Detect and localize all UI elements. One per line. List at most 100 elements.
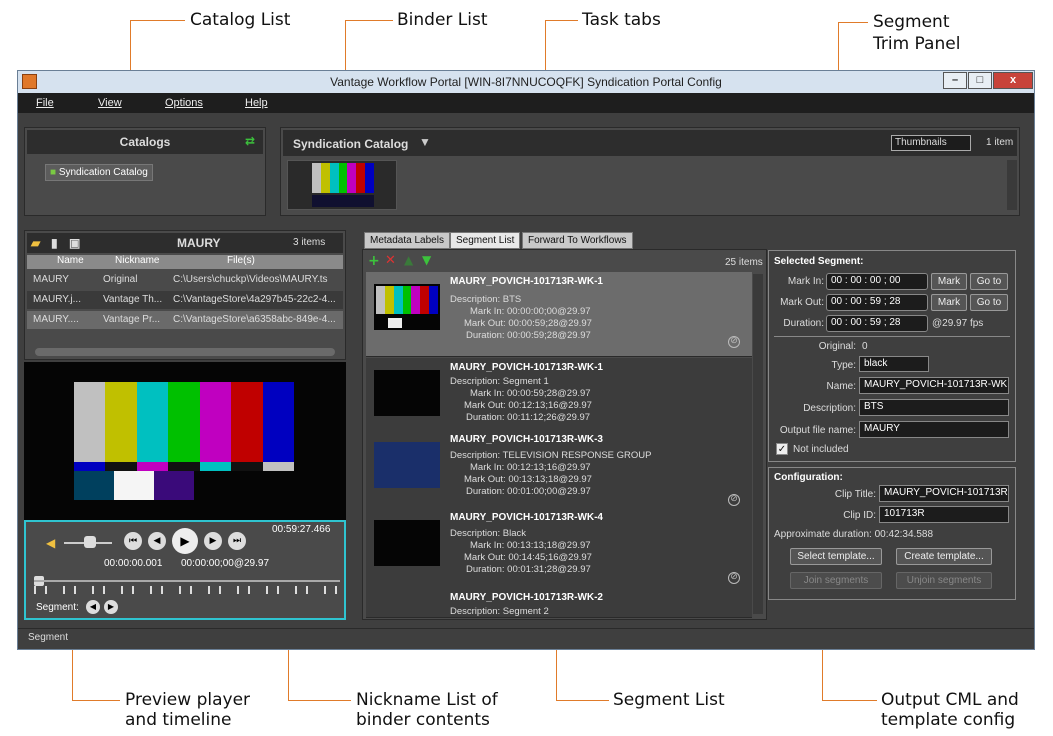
row-nickname: Original (103, 274, 138, 285)
list-item[interactable]: MAURY_POVICH-101713R-WK-3 Description: T… (366, 430, 752, 515)
next-segment-icon[interactable]: ▶ (104, 600, 118, 614)
properties-icon[interactable]: ▣ (69, 236, 80, 250)
step-forward-icon[interactable]: ▶ (204, 532, 222, 550)
segment-name: MAURY_POVICH-101713R-WK-1 (450, 276, 603, 287)
binder-scrollbar[interactable] (1007, 160, 1017, 210)
segment-markers (34, 586, 340, 594)
horizontal-scrollbar[interactable] (35, 348, 335, 356)
filter-icon[interactable]: ▼ (419, 135, 431, 149)
video-preview[interactable] (24, 362, 346, 520)
menu-help[interactable]: Help (245, 97, 268, 109)
view-mode-select[interactable]: Thumbnails (891, 135, 971, 151)
table-row[interactable]: MAURY.... Vantage Pr... C:\VantageStore\… (27, 311, 343, 329)
col-files[interactable]: File(s) (227, 255, 255, 266)
segment-mark-in: Mark In: 00:00:59;28@29.97 (470, 388, 591, 399)
description-field[interactable]: BTS (859, 399, 1009, 416)
not-included-icon: ⊘ (728, 494, 740, 506)
tab-metadata-labels[interactable]: Metadata Labels (364, 232, 450, 249)
output-file-label: Output file name: (779, 425, 856, 436)
menu-options[interactable]: Options (165, 97, 203, 109)
segment-name: MAURY_POVICH-101713R-WK-3 (450, 434, 603, 445)
mark-out-mark-button[interactable]: Mark (931, 294, 967, 311)
row-file: C:\VantageStore\4a297b45-22c2-4... (173, 294, 336, 305)
mark-in-field[interactable]: 00 : 00 : 00 ; 00 (826, 273, 928, 290)
nickname-columns: Name Nickname File(s) (27, 255, 343, 269)
segment-mark-in: Mark In: 00:12:13;16@29.97 (470, 462, 591, 473)
tab-forward-workflows[interactable]: Forward To Workflows (522, 232, 633, 249)
pluge-white (114, 471, 154, 500)
type-select[interactable]: black (859, 356, 929, 372)
binder-thumbnail[interactable] (287, 160, 397, 210)
duration-field[interactable]: 00 : 00 : 59 ; 28 (826, 315, 928, 332)
step-back-icon[interactable]: ◀ (148, 532, 166, 550)
volume-icon[interactable]: ◀ (46, 536, 55, 550)
create-template-button[interactable]: Create template... (896, 548, 992, 565)
segment-desc: Description: BTS (450, 294, 522, 305)
row-name: MAURY (33, 274, 69, 285)
table-row[interactable]: MAURY Original C:\Users\chuckp\Videos\MA… (27, 271, 343, 289)
callout-catalog-list: Catalog List (190, 10, 291, 30)
mark-out-label: Mark Out: (780, 297, 824, 308)
skip-start-icon[interactable]: ⏮ (124, 532, 142, 550)
row-name: MAURY.j... (33, 294, 81, 305)
type-label: Type: (831, 360, 856, 371)
skip-end-icon[interactable]: ⏭ (228, 532, 246, 550)
mark-in-goto-button[interactable]: Go to (970, 273, 1008, 290)
move-up-icon[interactable]: ▲ (404, 253, 413, 267)
add-segment-icon[interactable]: + (368, 253, 380, 269)
clip-id-field[interactable]: 101713R (879, 506, 1009, 523)
callout-line (556, 700, 609, 701)
mark-in-mark-button[interactable]: Mark (931, 273, 967, 290)
callout-output-2: template config (881, 710, 1016, 730)
list-item[interactable]: MAURY_POVICH-101713R-WK-4 Description: B… (366, 508, 752, 593)
file-icon[interactable]: ▮ (51, 236, 58, 250)
status-bar (18, 628, 1034, 648)
clip-title-field[interactable]: MAURY_POVICH-101713R (879, 485, 1009, 502)
menu-view[interactable]: View (98, 97, 122, 109)
select-template-button[interactable]: Select template... (790, 548, 882, 565)
segment-name: MAURY_POVICH-101713R-WK-4 (450, 512, 603, 523)
segment-list-scrollbar[interactable] (753, 274, 763, 614)
play-icon[interactable]: ▶ (172, 528, 198, 554)
trim-panel-title: Selected Segment: (774, 256, 864, 267)
catalog-item-label: Syndication Catalog (58, 167, 148, 178)
prev-segment-icon[interactable]: ◀ (86, 600, 100, 614)
menu-file[interactable]: File (36, 97, 54, 109)
segment-thumbnail (374, 520, 440, 566)
mark-out-field[interactable]: 00 : 00 : 59 ; 28 (826, 294, 928, 311)
original-label: Original: (818, 341, 856, 352)
col-name[interactable]: Name (57, 255, 84, 266)
col-nickname[interactable]: Nickname (115, 255, 159, 266)
delete-segment-icon[interactable]: ✕ (385, 253, 396, 268)
close-button[interactable]: x (993, 72, 1033, 89)
unjoin-segments-button[interactable]: Unjoin segments (896, 572, 992, 589)
callout-line (822, 700, 877, 701)
volume-knob[interactable] (84, 536, 96, 548)
name-field[interactable]: MAURY_POVICH-101713R-WK (859, 377, 1009, 394)
folder-icon[interactable]: ▰ (31, 236, 40, 250)
table-row[interactable]: MAURY.j... Vantage Th... C:\VantageStore… (27, 291, 343, 309)
maximize-button[interactable]: □ (968, 72, 992, 89)
list-item[interactable]: MAURY_POVICH-101713R-WK-2 Description: S… (366, 588, 752, 618)
timeline-track[interactable] (34, 580, 340, 582)
catalogs-panel: Catalogs ⇄ ■ Syndication Catalog (24, 127, 266, 216)
catalog-item[interactable]: ■ Syndication Catalog (45, 164, 153, 181)
tab-segment-list[interactable]: Segment List (450, 232, 521, 249)
output-file-field[interactable]: MAURY (859, 421, 1009, 438)
callout-binder-list: Binder List (397, 10, 488, 30)
segment-duration: Duration: 00:01:00;00@29.97 (466, 486, 591, 497)
fps-label: @29.97 fps (932, 318, 984, 329)
join-segments-button[interactable]: Join segments (790, 572, 882, 589)
window-title: Vantage Workflow Portal [WIN-8I7NNUCOQFK… (330, 75, 722, 89)
list-item[interactable]: MAURY_POVICH-101713R-WK-1 Description: B… (366, 272, 752, 357)
segment-duration: Duration: 00:11:12;26@29.97 (466, 412, 591, 423)
approx-duration: Approximate duration: 00:42:34.588 (774, 529, 933, 540)
refresh-icon[interactable]: ⇄ (245, 134, 255, 148)
move-down-icon[interactable]: ▼ (422, 253, 431, 267)
menu-bar: File View Options Help (18, 93, 1034, 113)
color-bars (312, 163, 375, 193)
minimize-button[interactable]: – (943, 72, 967, 89)
not-included-checkbox[interactable]: ✓ (776, 443, 788, 455)
mark-out-goto-button[interactable]: Go to (970, 294, 1008, 311)
player-controls: ◀ ⏮ ◀ ▶ ▶ ⏭ 00:59:27.466 00:00:00.001 00… (24, 520, 346, 620)
